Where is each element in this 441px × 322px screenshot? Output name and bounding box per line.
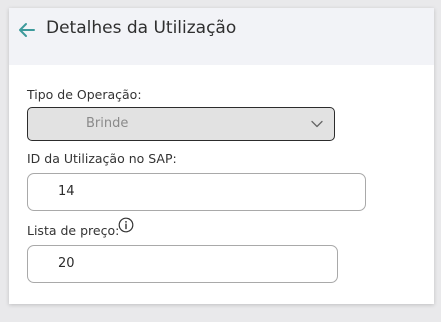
price-list-label: Lista de preço: xyxy=(27,223,120,238)
back-button[interactable] xyxy=(15,18,39,42)
page-title: Detalhes da Utilização xyxy=(46,18,237,38)
arrow-left-icon xyxy=(19,23,35,37)
operation-type-label: Tipo de Operação: xyxy=(27,87,142,102)
price-list-input[interactable]: 20 xyxy=(27,245,338,283)
sap-id-input[interactable]: 14 xyxy=(27,173,366,211)
info-icon[interactable] xyxy=(118,217,134,233)
details-panel: Detalhes da Utilização Tipo de Operação:… xyxy=(9,8,434,304)
operation-type-select[interactable]: Brinde xyxy=(27,107,335,141)
operation-type-value: Brinde xyxy=(86,116,129,131)
panel-header: Detalhes da Utilização xyxy=(9,8,434,65)
chevron-down-icon xyxy=(311,120,323,128)
sap-id-value: 14 xyxy=(58,184,75,199)
price-list-value: 20 xyxy=(58,256,75,271)
sap-id-label: ID da Utilização no SAP: xyxy=(27,151,177,166)
